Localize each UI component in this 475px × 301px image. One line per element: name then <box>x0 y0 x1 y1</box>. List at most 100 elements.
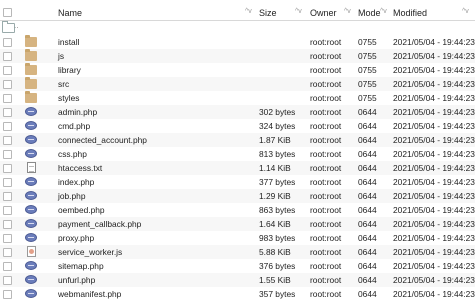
row-checkbox[interactable] <box>3 108 12 117</box>
file-modified: 2021/05/04 - 19:44:23 <box>393 247 475 257</box>
folder-icon <box>25 63 37 75</box>
row-checkbox[interactable] <box>3 80 12 89</box>
file-row[interactable]: library root:root 0755 2021/05/04 - 19:44:2… <box>0 63 475 77</box>
file-name[interactable]: htaccess.txt <box>58 163 102 173</box>
row-checkbox[interactable] <box>3 248 12 257</box>
file-modified: 2021/05/04 - 19:44:23 <box>393 289 475 299</box>
row-checkbox[interactable] <box>3 192 12 201</box>
file-row[interactable]: cmd.php 324 bytes root:root 0644 2021/05/04 … <box>0 119 475 133</box>
file-name[interactable]: admin.php <box>58 107 97 117</box>
file-name[interactable]: library <box>58 65 81 75</box>
file-size: 1.55 KiB <box>259 275 291 285</box>
file-manager: Name ^v Size ^v Owner ^v Mode ^v Modifie… <box>0 0 475 300</box>
file-name[interactable]: webmanifest.php <box>58 289 121 299</box>
row-checkbox[interactable] <box>3 66 12 75</box>
folder-icon <box>25 77 37 89</box>
php-icon <box>25 149 37 158</box>
file-owner: root:root <box>310 135 342 145</box>
row-checkbox[interactable] <box>3 94 12 103</box>
row-checkbox[interactable] <box>3 178 12 187</box>
file-name[interactable]: unfurl.php <box>58 275 95 285</box>
file-name[interactable]: css.php <box>58 149 87 159</box>
parent-directory-label: .. <box>14 21 19 30</box>
row-checkbox[interactable] <box>3 234 12 243</box>
file-row[interactable]: payment_callback.php 1.64 KiB root:root 064… <box>0 217 475 231</box>
file-name[interactable]: src <box>58 79 69 89</box>
column-header-name[interactable]: Name <box>58 8 82 18</box>
row-checkbox[interactable] <box>3 38 12 47</box>
select-all-checkbox[interactable] <box>3 8 12 17</box>
file-size: 1.29 KiB <box>259 191 291 201</box>
file-row[interactable]: install root:root 0755 2021/05/04 - 19:44:2… <box>0 35 475 49</box>
row-checkbox[interactable] <box>3 164 12 173</box>
row-checkbox[interactable] <box>3 276 12 285</box>
php-icon <box>25 219 37 228</box>
file-row[interactable]: connected_account.php 1.87 KiB root:root 06… <box>0 133 475 147</box>
file-name[interactable]: service_worker.js <box>58 247 122 257</box>
column-header-modified[interactable]: Modified <box>393 8 427 18</box>
column-header-mode[interactable]: Mode <box>358 8 381 18</box>
sort-arrows-icon[interactable]: ^v <box>344 8 351 15</box>
file-owner: root:root <box>310 65 342 75</box>
file-owner: root:root <box>310 37 342 47</box>
parent-directory-row[interactable]: .. <box>0 21 475 34</box>
row-checkbox[interactable] <box>3 150 12 159</box>
row-checkbox[interactable] <box>3 136 12 145</box>
file-owner: root:root <box>310 177 342 187</box>
file-owner: root:root <box>310 275 342 285</box>
file-row[interactable]: service_worker.js 5.88 KiB root:root 0644 20… <box>0 245 475 259</box>
file-row[interactable]: styles root:root 0755 2021/05/04 - 19:44:23 <box>0 91 475 105</box>
file-size: 376 bytes <box>259 261 296 271</box>
file-owner: root:root <box>310 51 342 61</box>
file-name[interactable]: js <box>58 51 64 61</box>
file-name[interactable]: cmd.php <box>58 121 90 131</box>
row-checkbox[interactable] <box>3 262 12 271</box>
file-row[interactable]: unfurl.php 1.55 KiB root:root 0644 2021/05/0… <box>0 273 475 287</box>
file-name[interactable]: payment_callback.php <box>58 219 141 229</box>
sort-arrows-icon[interactable]: ^v <box>462 8 469 15</box>
file-size: 863 bytes <box>259 205 296 215</box>
row-checkbox[interactable] <box>3 290 12 299</box>
file-name[interactable]: sitemap.php <box>58 261 104 271</box>
file-size: 377 bytes <box>259 177 296 187</box>
file-name[interactable]: install <box>58 37 79 47</box>
file-row[interactable]: job.php 1.29 KiB root:root 0644 2021/05/04 -… <box>0 189 475 203</box>
file-name[interactable]: index.php <box>58 177 94 187</box>
sort-arrows-icon[interactable]: ^v <box>380 8 387 15</box>
file-row[interactable]: js root:root 0755 2021/05/04 - 19:44:23 <box>0 49 475 63</box>
file-name[interactable]: styles <box>58 93 79 103</box>
file-row[interactable]: proxy.php 983 bytes root:root 0644 2021/05/0… <box>0 231 475 245</box>
file-owner: root:root <box>310 219 342 229</box>
file-row[interactable]: htaccess.txt 1.14 KiB root:root 0644 2021/05… <box>0 161 475 175</box>
file-row[interactable]: src root:root 0755 2021/05/04 - 19:44:23 <box>0 77 475 91</box>
file-name[interactable]: oembed.php <box>58 205 105 215</box>
file-size: 357 bytes <box>259 289 296 299</box>
file-owner: root:root <box>310 93 342 103</box>
file-modified: 2021/05/04 - 19:44:23 <box>393 65 475 75</box>
sort-arrows-icon[interactable]: ^v <box>295 8 302 15</box>
column-header-size[interactable]: Size <box>259 8 277 18</box>
row-checkbox[interactable] <box>3 122 12 131</box>
file-row[interactable]: sitemap.php 376 bytes root:root 0644 2021/05… <box>0 259 475 273</box>
file-row[interactable]: css.php 813 bytes root:root 0644 2021/05/04 … <box>0 147 475 161</box>
file-mode: 0644 <box>358 177 377 187</box>
php-icon <box>25 205 37 214</box>
row-checkbox[interactable] <box>3 52 12 61</box>
file-name[interactable]: job.php <box>58 191 85 201</box>
file-row[interactable]: admin.php 302 bytes root:root 0644 2021/05/0… <box>0 105 475 119</box>
file-row[interactable]: oembed.php 863 bytes root:root 0644 2021/05/… <box>0 203 475 217</box>
file-modified: 2021/05/04 - 19:44:23 <box>393 51 475 61</box>
row-checkbox[interactable] <box>3 220 12 229</box>
row-checkbox[interactable] <box>3 206 12 215</box>
file-name[interactable]: proxy.php <box>58 233 94 243</box>
sort-arrows-icon[interactable]: ^v <box>245 8 252 15</box>
file-name[interactable]: connected_account.php <box>58 135 147 145</box>
file-row[interactable]: webmanifest.php 357 bytes root:root 0644 202… <box>0 287 475 301</box>
php-icon <box>25 233 37 242</box>
column-header-owner[interactable]: Owner <box>310 8 337 18</box>
file-row[interactable]: index.php 377 bytes root:root 0644 2021/05/0… <box>0 175 475 189</box>
file-mode: 0644 <box>358 191 377 201</box>
file-mode: 0644 <box>358 107 377 117</box>
file-mode: 0755 <box>358 93 377 103</box>
file-modified: 2021/05/04 - 19:44:23 <box>393 191 475 201</box>
